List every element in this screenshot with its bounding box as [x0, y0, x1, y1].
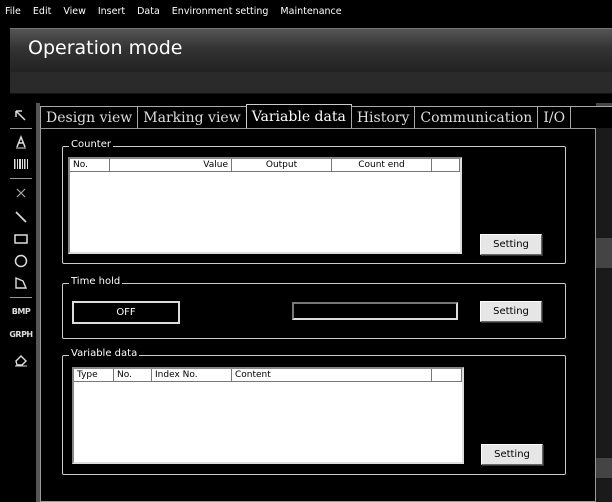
counter-setting-button[interactable]: Setting	[480, 234, 542, 255]
line-icon[interactable]	[8, 206, 34, 228]
tab-bar: Design view Marking view Variable data H…	[40, 104, 612, 128]
tab-variable-data[interactable]: Variable data	[245, 104, 352, 128]
column-blank	[432, 159, 460, 172]
column-blank	[432, 369, 462, 382]
menu-insert[interactable]: Insert	[98, 6, 125, 17]
page-title: Operation mode	[28, 37, 183, 59]
counter-table[interactable]: No. Value Output Count end	[68, 157, 462, 254]
column-no[interactable]: No.	[114, 369, 152, 382]
eraser-icon[interactable]	[8, 349, 34, 371]
text-icon[interactable]	[8, 131, 34, 153]
menu-view[interactable]: View	[63, 6, 86, 17]
title-bar: Operation mode	[10, 28, 612, 72]
tab-io[interactable]: I/O	[537, 106, 572, 128]
menu-bar: File Edit View Insert Data Environment s…	[0, 0, 612, 22]
menu-file[interactable]: File	[5, 6, 21, 17]
barcode-icon[interactable]	[8, 153, 34, 175]
point-icon[interactable]	[8, 182, 34, 204]
pointer-icon[interactable]	[8, 105, 34, 127]
tab-history[interactable]: History	[350, 106, 416, 128]
time-hold-setting-button[interactable]: Setting	[480, 301, 542, 322]
column-value[interactable]: Value	[110, 159, 232, 172]
menu-environment-setting[interactable]: Environment setting	[172, 6, 269, 17]
tab-design-view[interactable]: Design view	[40, 106, 139, 128]
variable-data-table-header: Type No. Index No. Content	[74, 369, 462, 382]
tab-marking-view[interactable]: Marking view	[137, 106, 247, 128]
circle-icon[interactable]	[8, 250, 34, 272]
tab-filler	[570, 106, 612, 128]
column-content[interactable]: Content	[232, 369, 432, 382]
variable-data-legend: Variable data	[69, 348, 140, 359]
graph-icon[interactable]: GRPH	[8, 323, 34, 345]
column-output[interactable]: Output	[232, 159, 332, 172]
tab-communication[interactable]: Communication	[414, 106, 539, 128]
column-index-no[interactable]: Index No.	[152, 369, 232, 382]
menu-edit[interactable]: Edit	[33, 6, 51, 17]
rectangle-icon[interactable]	[8, 228, 34, 250]
variable-data-setting-button[interactable]: Setting	[481, 444, 543, 465]
polyline-icon[interactable]	[8, 272, 34, 294]
column-type[interactable]: Type	[74, 369, 114, 382]
counter-table-header: No. Value Output Count end	[70, 159, 460, 172]
menu-data[interactable]: Data	[137, 6, 160, 17]
drawing-toolbar: BMP GRPH	[8, 103, 36, 502]
menu-maintenance[interactable]: Maintenance	[280, 6, 341, 17]
column-count-end[interactable]: Count end	[332, 159, 432, 172]
time-hold-legend: Time hold	[69, 276, 123, 287]
bmp-icon[interactable]: BMP	[8, 300, 34, 322]
right-strip	[596, 103, 612, 502]
sub-toolbar	[10, 72, 612, 94]
variable-data-table[interactable]: Type No. Index No. Content	[72, 367, 464, 464]
column-no[interactable]: No.	[70, 159, 110, 172]
time-hold-field[interactable]	[292, 302, 458, 320]
counter-legend: Counter	[69, 139, 113, 150]
time-hold-status-button[interactable]: OFF	[72, 301, 180, 324]
